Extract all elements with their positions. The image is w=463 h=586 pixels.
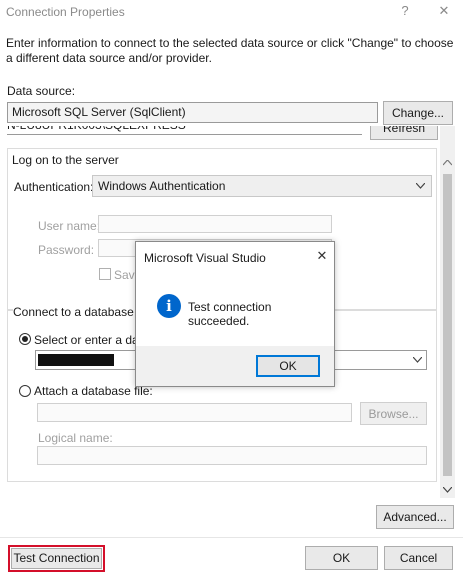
scroll-down-icon[interactable] (443, 487, 452, 493)
change-button[interactable]: Change... (383, 101, 453, 125)
save-password-checkbox[interactable] (99, 268, 111, 280)
username-label: User name: (38, 219, 101, 233)
attach-database-radio[interactable] (19, 385, 31, 397)
close-icon[interactable]: ✕ (314, 248, 330, 264)
help-icon[interactable]: ? (396, 2, 414, 20)
logical-name-label: Logical name: (38, 431, 113, 445)
info-icon: i (157, 294, 181, 318)
scroll-thumb[interactable] (443, 174, 452, 476)
username-input[interactable] (98, 215, 332, 233)
database-file-input[interactable] (37, 403, 352, 422)
close-icon[interactable]: ✕ (435, 2, 453, 20)
authentication-value: Windows Authentication (98, 179, 226, 193)
test-connection-button[interactable]: Test Connection (11, 548, 102, 569)
chevron-down-icon (416, 183, 425, 189)
data-source-field: Microsoft SQL Server (SqlClient) (7, 102, 378, 123)
intro-text: Enter information to connect to the sele… (6, 36, 454, 65)
redacted-database-name (38, 354, 114, 366)
advanced-button[interactable]: Advanced... (376, 505, 454, 529)
data-source-label: Data source: (7, 84, 76, 98)
database-group-label: Connect to a database (13, 305, 138, 319)
password-label: Password: (38, 243, 95, 257)
server-name-field[interactable]: N-LU8UPR1K003\SQLEXPRESS (7, 126, 362, 135)
dialog-ok-button[interactable]: OK (256, 355, 320, 377)
footer-divider (0, 537, 463, 538)
cancel-button[interactable]: Cancel (384, 546, 453, 570)
logical-name-input[interactable] (37, 446, 427, 465)
authentication-label: Authentication: (14, 180, 94, 194)
dialog-footer: OK (136, 346, 334, 386)
refresh-button[interactable]: Refresh (370, 126, 438, 140)
authentication-select[interactable]: Windows Authentication (92, 175, 432, 197)
logon-group-label: Log on to the server (12, 153, 119, 167)
vertical-scrollbar[interactable] (440, 126, 455, 498)
browse-button[interactable]: Browse... (360, 402, 427, 425)
chevron-down-icon (413, 357, 422, 363)
ok-button[interactable]: OK (305, 546, 378, 570)
window-title: Connection Properties (6, 5, 125, 19)
dialog-title: Microsoft Visual Studio (144, 251, 266, 265)
scroll-up-icon[interactable] (443, 160, 452, 166)
message-dialog: Microsoft Visual Studio ✕ i Test connect… (135, 241, 335, 387)
select-database-radio[interactable] (19, 333, 31, 345)
dialog-message: Test connection succeeded. (188, 300, 272, 328)
